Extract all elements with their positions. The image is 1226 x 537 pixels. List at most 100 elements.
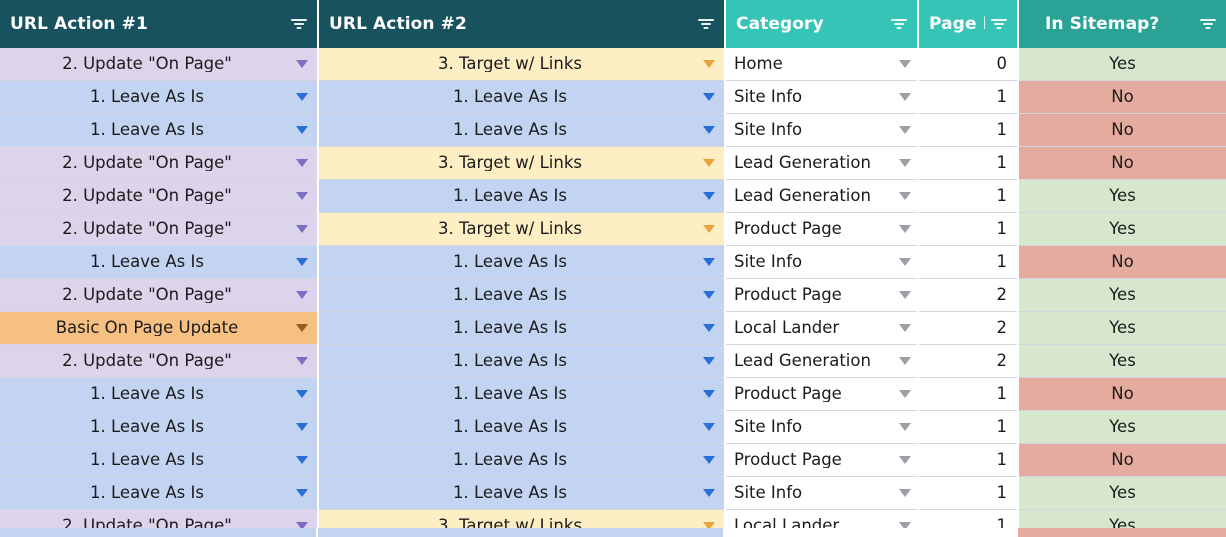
chevron-down-icon[interactable] [703, 192, 715, 200]
cell-url-action-1[interactable]: 1. Leave As Is [0, 245, 319, 279]
chevron-down-icon[interactable] [296, 291, 308, 299]
chevron-down-icon[interactable] [703, 291, 715, 299]
cell-url-action-2[interactable]: 3. Target w/ Links [318, 48, 726, 81]
cell-page-depth[interactable]: 1 [918, 80, 1019, 114]
cell-category[interactable]: Site Info [725, 80, 919, 114]
cell-in-sitemap[interactable]: No [1018, 146, 1226, 180]
cell-url-action-1[interactable]: 1. Leave As Is [0, 113, 319, 147]
filter-icon[interactable] [891, 17, 907, 31]
cell-url-action-2[interactable]: 1. Leave As Is [318, 113, 726, 147]
cell-url-action-2[interactable]: 1. Leave As Is [318, 278, 726, 312]
chevron-down-icon[interactable] [703, 357, 715, 365]
cell-url-action-2[interactable]: 1. Leave As Is [318, 410, 726, 444]
cell-page-depth[interactable]: 2 [918, 311, 1019, 345]
column-header-url-action-2[interactable]: URL Action #2 [317, 0, 725, 48]
chevron-down-icon[interactable] [703, 324, 715, 332]
chevron-down-icon[interactable] [899, 324, 911, 332]
cell-url-action-1[interactable]: 2. Update "On Page" [0, 48, 319, 81]
chevron-down-icon[interactable] [296, 192, 308, 200]
chevron-down-icon[interactable] [703, 225, 715, 233]
cell-category[interactable]: Lead Generation [725, 344, 919, 378]
cell-category[interactable]: Local Lander [725, 311, 919, 345]
column-header-url-action-1[interactable]: URL Action #1 [0, 0, 318, 48]
cell-url-action-1[interactable]: 1. Leave As Is [0, 443, 319, 477]
filter-icon[interactable] [698, 17, 714, 31]
cell-url-action-2[interactable]: 1. Leave As Is [318, 344, 726, 378]
column-header-category[interactable]: Category [724, 0, 918, 48]
cell-url-action-1[interactable]: 2. Update "On Page" [0, 278, 319, 312]
cell-page-depth[interactable]: 1 [918, 443, 1019, 477]
cell-in-sitemap[interactable]: Yes [1018, 410, 1226, 444]
chevron-down-icon[interactable] [899, 291, 911, 299]
cell-in-sitemap[interactable]: Yes [1018, 179, 1226, 213]
chevron-down-icon[interactable] [703, 258, 715, 266]
cell-page-depth[interactable]: 2 [918, 344, 1019, 378]
chevron-down-icon[interactable] [899, 489, 911, 497]
cell-url-action-2[interactable]: 1. Leave As Is [318, 245, 726, 279]
chevron-down-icon[interactable] [899, 258, 911, 266]
chevron-down-icon[interactable] [296, 225, 308, 233]
chevron-down-icon[interactable] [703, 159, 715, 167]
cell-url-action-1[interactable]: 2. Update "On Page" [0, 212, 319, 246]
chevron-down-icon[interactable] [296, 159, 308, 167]
chevron-down-icon[interactable] [899, 126, 911, 134]
cell-in-sitemap[interactable]: No [1018, 377, 1226, 411]
cell-page-depth[interactable]: 1 [918, 245, 1019, 279]
cell-in-sitemap[interactable]: Yes [1018, 212, 1226, 246]
cell-url-action-1[interactable]: 1. Leave As Is [0, 476, 319, 510]
chevron-down-icon[interactable] [703, 390, 715, 398]
cell-page-depth[interactable]: 0 [918, 48, 1019, 81]
cell-category[interactable]: Product Page [725, 377, 919, 411]
filter-icon[interactable] [991, 17, 1007, 31]
chevron-down-icon[interactable] [703, 489, 715, 497]
chevron-down-icon[interactable] [296, 489, 308, 497]
chevron-down-icon[interactable] [899, 225, 911, 233]
chevron-down-icon[interactable] [703, 423, 715, 431]
chevron-down-icon[interactable] [703, 93, 715, 101]
cell-category[interactable]: Site Info [725, 113, 919, 147]
cell-category[interactable]: Lead Generation [725, 179, 919, 213]
chevron-down-icon[interactable] [296, 390, 308, 398]
chevron-down-icon[interactable] [703, 60, 715, 68]
cell-url-action-1[interactable]: 2. Update "On Page" [0, 344, 319, 378]
cell-in-sitemap[interactable]: Yes [1018, 278, 1226, 312]
cell-in-sitemap[interactable]: Yes [1018, 344, 1226, 378]
cell-url-action-2[interactable]: 3. Target w/ Links [318, 212, 726, 246]
chevron-down-icon[interactable] [899, 60, 911, 68]
cell-in-sitemap[interactable]: No [1018, 113, 1226, 147]
cell-page-depth[interactable]: 2 [918, 278, 1019, 312]
cell-url-action-2[interactable]: 1. Leave As Is [318, 476, 726, 510]
cell-url-action-1[interactable]: 1. Leave As Is [0, 410, 319, 444]
chevron-down-icon[interactable] [899, 93, 911, 101]
cell-url-action-2[interactable]: 1. Leave As Is [318, 377, 726, 411]
cell-category[interactable]: Site Info [725, 410, 919, 444]
cell-page-depth[interactable]: 1 [918, 410, 1019, 444]
cell-category[interactable]: Home [725, 48, 919, 81]
cell-url-action-2[interactable]: 1. Leave As Is [318, 179, 726, 213]
column-header-page-depth[interactable]: Page D [917, 0, 1018, 48]
chevron-down-icon[interactable] [899, 423, 911, 431]
cell-url-action-1[interactable]: 2. Update "On Page" [0, 146, 319, 180]
chevron-down-icon[interactable] [296, 423, 308, 431]
chevron-down-icon[interactable] [899, 390, 911, 398]
chevron-down-icon[interactable] [296, 357, 308, 365]
cell-url-action-1[interactable]: 1. Leave As Is [0, 377, 319, 411]
chevron-down-icon[interactable] [899, 159, 911, 167]
chevron-down-icon[interactable] [899, 456, 911, 464]
cell-in-sitemap[interactable]: No [1018, 443, 1226, 477]
cell-page-depth[interactable]: 1 [918, 377, 1019, 411]
cell-page-depth[interactable]: 1 [918, 146, 1019, 180]
cell-page-depth[interactable]: 1 [918, 476, 1019, 510]
chevron-down-icon[interactable] [703, 126, 715, 134]
cell-in-sitemap[interactable]: No [1018, 80, 1226, 114]
cell-category[interactable]: Product Page [725, 278, 919, 312]
cell-category[interactable]: Lead Generation [725, 146, 919, 180]
cell-page-depth[interactable]: 1 [918, 179, 1019, 213]
chevron-down-icon[interactable] [296, 456, 308, 464]
cell-page-depth[interactable]: 1 [918, 212, 1019, 246]
chevron-down-icon[interactable] [296, 258, 308, 266]
chevron-down-icon[interactable] [296, 126, 308, 134]
cell-in-sitemap[interactable]: Yes [1018, 311, 1226, 345]
cell-url-action-1[interactable]: 1. Leave As Is [0, 80, 319, 114]
filter-icon[interactable] [1200, 17, 1216, 31]
